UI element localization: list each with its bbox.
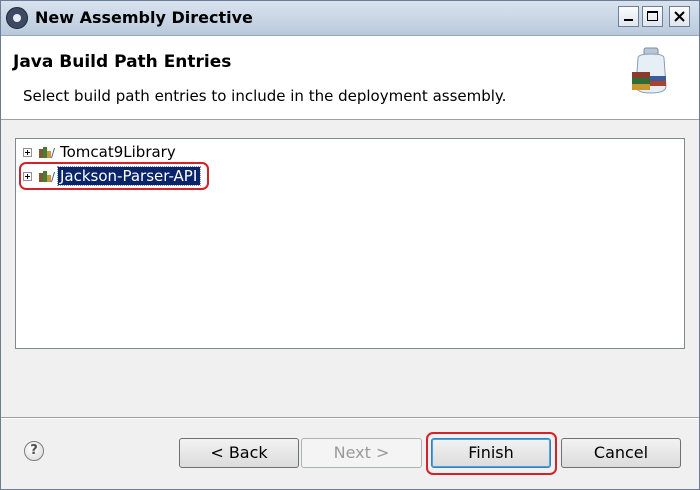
help-icon[interactable]: ? [24, 441, 44, 461]
build-path-tree[interactable]: Tomcat9Library Jackson-Parser-API [15, 138, 685, 349]
back-button[interactable]: < Back [179, 438, 299, 468]
expand-plus-icon[interactable] [23, 172, 32, 181]
maximize-button[interactable] [642, 6, 663, 27]
tree-item-jackson-parser-api[interactable]: Jackson-Parser-API [16, 166, 684, 186]
tree-item-tomcat9library[interactable]: Tomcat9Library [16, 142, 684, 162]
window-title: New Assembly Directive [35, 8, 253, 27]
close-icon [674, 11, 685, 22]
dialog-window: New Assembly Directive Java Build Path E… [0, 0, 700, 490]
tree-item-label: Tomcat9Library [60, 143, 176, 161]
jar-books-icon [632, 47, 667, 94]
expand-plus-icon[interactable] [23, 148, 32, 157]
title-bar[interactable]: New Assembly Directive [1, 1, 699, 36]
tree-item-label-selected: Jackson-Parser-API [56, 166, 202, 186]
finish-button[interactable]: Finish [431, 438, 551, 468]
cancel-button[interactable]: Cancel [561, 438, 681, 468]
eclipse-icon [6, 7, 28, 29]
library-icon [39, 171, 55, 182]
page-description: Select build path entries to include in … [23, 87, 507, 105]
next-button[interactable]: Next > [301, 438, 422, 468]
library-icon [39, 147, 55, 158]
wizard-header: Java Build Path Entries Select build pat… [1, 36, 699, 120]
footer-separator [1, 417, 699, 419]
minimize-button[interactable] [618, 6, 639, 27]
close-button[interactable] [669, 6, 690, 27]
page-title: Java Build Path Entries [13, 52, 232, 72]
